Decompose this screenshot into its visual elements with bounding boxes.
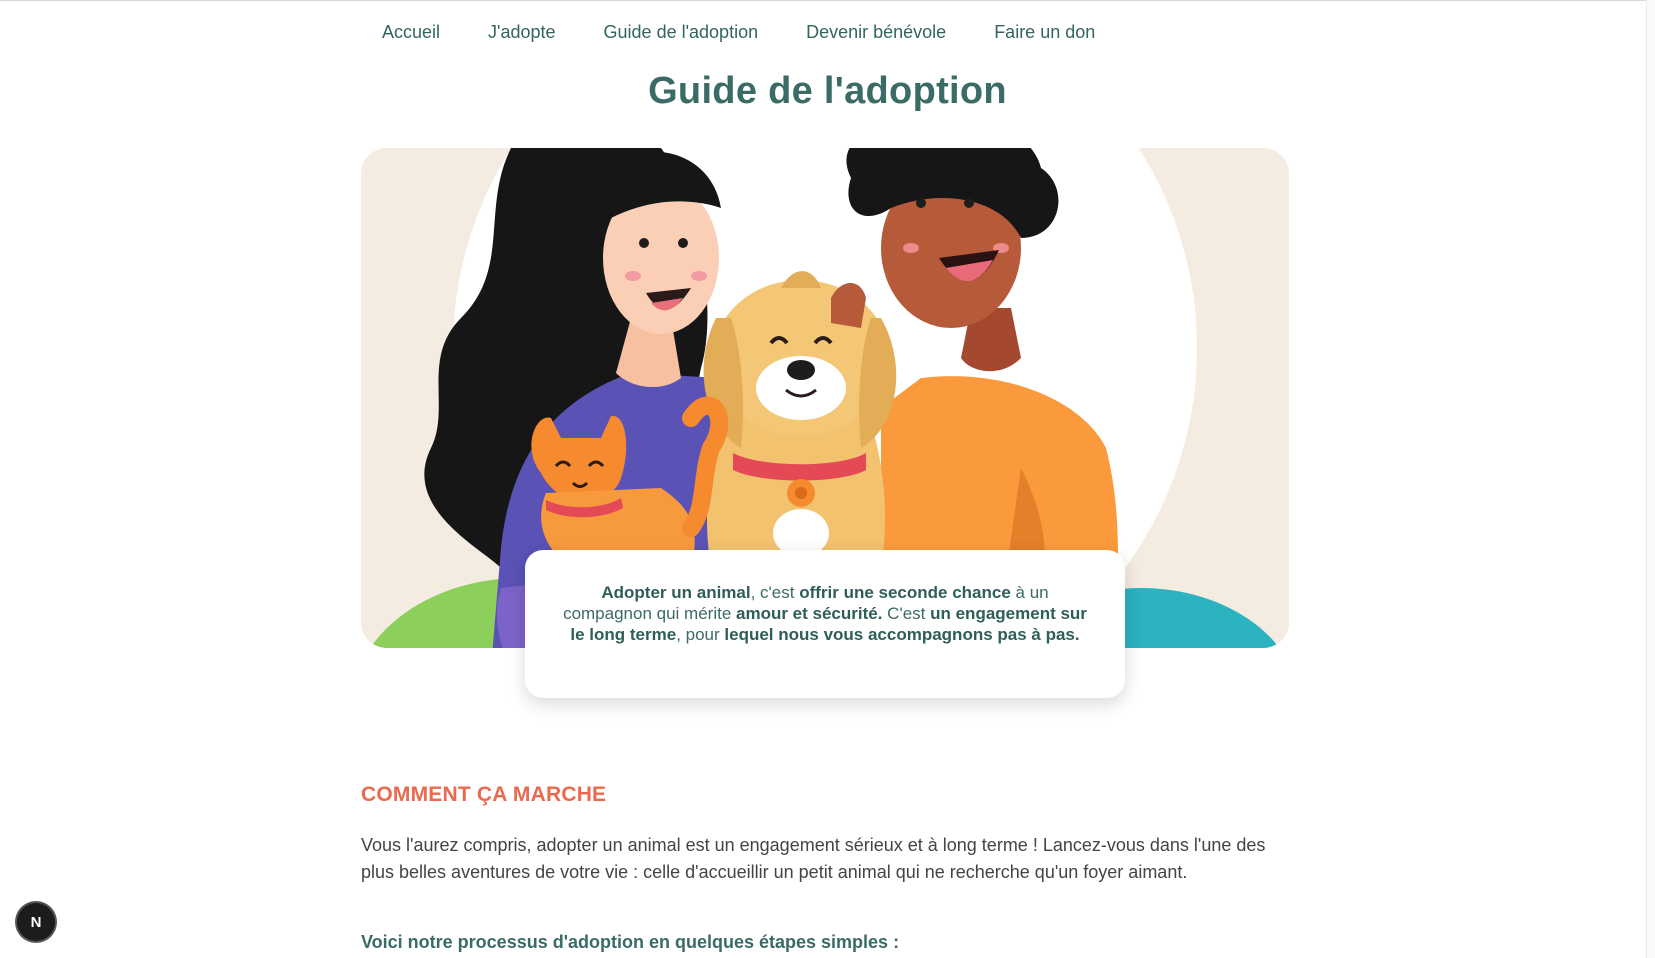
intro-strong-9: lequel nous vous accompagnons pas à pas. — [724, 625, 1080, 644]
intro-strong-3: offrir une seconde chance — [799, 583, 1011, 602]
how-it-works-text: Vous l'aurez compris, adopter un animal … — [361, 835, 1266, 882]
intro-strong-5: amour et sécurité. — [736, 604, 883, 623]
intro-card: Adopter un animal, c'est offrir une seco… — [525, 550, 1125, 698]
nav-item-j-adopte[interactable]: J'adopte — [464, 18, 580, 46]
nav-item-guide-adoption[interactable]: Guide de l'adoption — [580, 18, 783, 46]
process-lead-text: Voici notre processus d'adoption en quel… — [361, 932, 900, 952]
top-border — [0, 0, 1655, 1]
main-nav: Accueil J'adopte Guide de l'adoption Dev… — [358, 18, 1119, 46]
intro-text-6: C'est — [882, 604, 931, 623]
page-title: Guide de l'adoption — [648, 70, 1007, 112]
dev-badge-label: N — [30, 913, 42, 931]
next-logo-icon[interactable]: N — [17, 903, 55, 941]
nav-item-accueil[interactable]: Accueil — [358, 18, 464, 46]
intro-text-8: , pour — [676, 625, 725, 644]
scrollbar[interactable] — [1646, 0, 1655, 958]
how-it-works-heading: COMMENT ÇA MARCHE — [361, 783, 607, 806]
nav-item-devenir-benevole[interactable]: Devenir bénévole — [782, 18, 970, 46]
nav-item-faire-un-don[interactable]: Faire un don — [970, 18, 1119, 46]
intro-strong-1: Adopter un animal — [601, 583, 751, 602]
intro-text-2: , c'est — [750, 583, 800, 602]
